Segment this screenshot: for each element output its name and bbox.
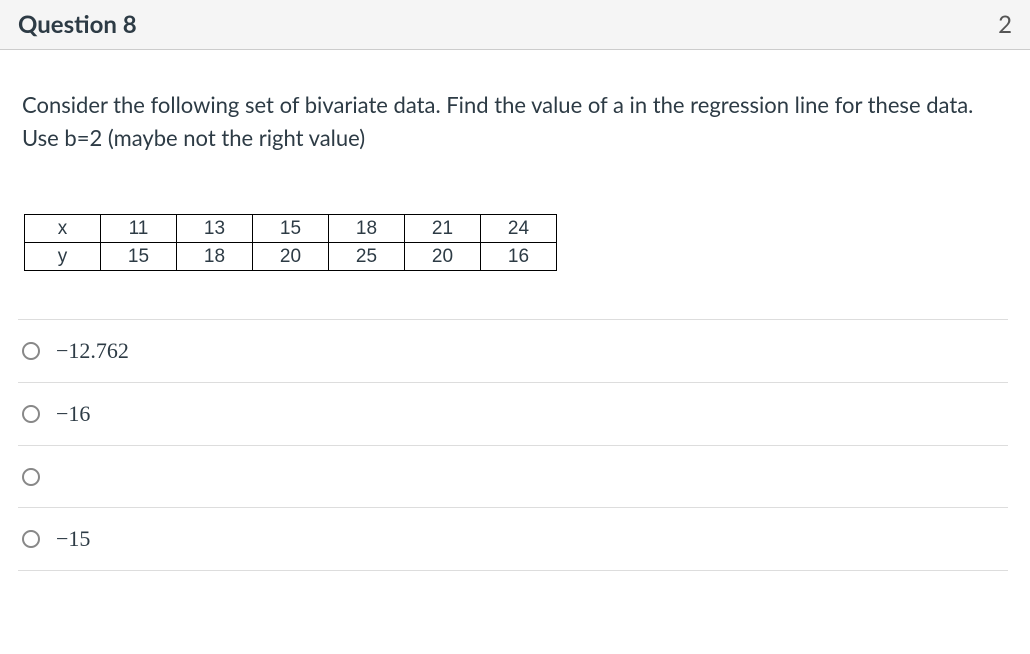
table-cell: 15	[253, 215, 329, 243]
table-cell: 15	[101, 243, 177, 271]
question-body: Consider the following set of bivariate …	[0, 50, 1030, 571]
data-table: x 11 13 15 18 21 24 y 15 18 20 25 20 16	[24, 214, 557, 271]
table-cell: 24	[481, 215, 557, 243]
option-radio-b[interactable]	[22, 405, 40, 423]
option-row[interactable]: −15	[18, 508, 1008, 571]
table-cell: 21	[405, 215, 481, 243]
table-cell: 16	[481, 243, 557, 271]
option-radio-a[interactable]	[22, 342, 40, 360]
question-title: Question 8	[18, 10, 137, 39]
option-label: −15	[56, 526, 90, 552]
question-points: 2	[998, 10, 1012, 39]
table-cell: 18	[177, 243, 253, 271]
table-cell: 13	[177, 215, 253, 243]
option-row[interactable]: −12.762	[18, 319, 1008, 383]
option-radio-c[interactable]	[22, 468, 40, 486]
option-radio-d[interactable]	[22, 530, 40, 548]
table-cell: 20	[253, 243, 329, 271]
option-row[interactable]	[18, 446, 1008, 508]
question-prompt: Consider the following set of bivariate …	[22, 88, 1008, 154]
option-label: −16	[56, 401, 90, 427]
table-cell: 25	[329, 243, 405, 271]
table-cell: 11	[101, 215, 177, 243]
options-list: −12.762 −16 −15	[18, 319, 1008, 571]
option-label: −12.762	[56, 338, 129, 364]
table-cell: 18	[329, 215, 405, 243]
table-cell: 20	[405, 243, 481, 271]
table-cell-label: y	[25, 243, 101, 271]
table-row: x 11 13 15 18 21 24	[25, 215, 557, 243]
question-header: Question 8 2	[0, 0, 1030, 50]
table-cell-label: x	[25, 215, 101, 243]
table-row: y 15 18 20 25 20 16	[25, 243, 557, 271]
option-row[interactable]: −16	[18, 383, 1008, 446]
